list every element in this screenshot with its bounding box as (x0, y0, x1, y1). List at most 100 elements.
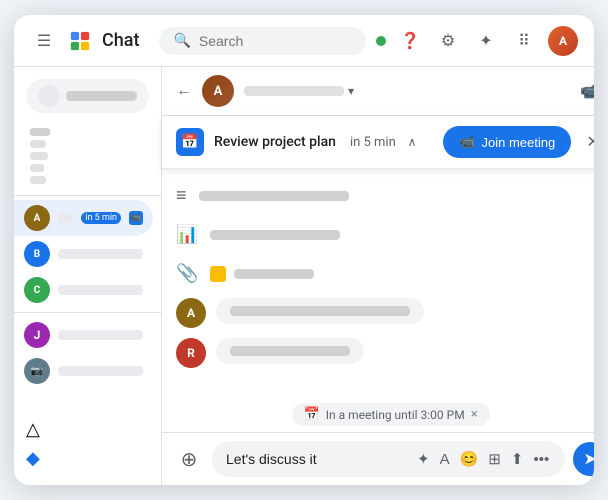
sidebar-item-dm1[interactable]: A in 5 min 📹 (14, 200, 153, 236)
help-icon: ❓ (400, 31, 420, 51)
plus-icon: ⊕ (181, 447, 198, 472)
chart-icon: 📊 (176, 224, 198, 245)
status-dot (376, 36, 386, 46)
input-actions: ✦ A 😊 ⊞ ⬆ (415, 448, 551, 470)
meeting-time: in 5 min (350, 135, 396, 150)
list-icon: ≡ (176, 185, 187, 206)
chat-name (244, 86, 344, 96)
chevron-down-icon[interactable]: ▾ (348, 84, 354, 98)
main-content: A in 5 min 📹 B C J 📷 (14, 67, 594, 485)
video-call-button[interactable]: 📹 (575, 76, 594, 106)
sparkle-button[interactable]: ✦ (472, 27, 500, 55)
emoji-button[interactable]: 😊 (458, 448, 481, 470)
user-avatar[interactable]: A (548, 26, 578, 56)
text-format-icon: A (440, 451, 450, 468)
sidebar-section-icons (14, 121, 153, 191)
drive-icon: △ (26, 419, 40, 440)
attach-button[interactable]: ⊞ (486, 448, 503, 470)
attachment-icon: 📎 (176, 263, 198, 284)
sidebar-item-dm4[interactable]: J (14, 317, 153, 353)
sidebar: A in 5 min 📹 B C J 📷 (14, 67, 162, 485)
input-area: ⊕ ✦ A 😊 ⊞ (162, 432, 594, 485)
sparkle-input-button[interactable]: ✦ (415, 448, 432, 470)
meeting-banner-icon: 📅 (176, 128, 204, 156)
meeting-expand-icon[interactable]: ∧ (408, 135, 417, 149)
message-row-incoming-1: A (176, 298, 594, 328)
chat-name-row: ▾ (244, 84, 565, 98)
search-bar[interactable]: 🔍 (159, 27, 366, 55)
calendar-small-icon: 📅 (304, 407, 320, 422)
msg-avatar-2: R (176, 338, 206, 368)
top-bar: ☰ Chat 🔍 ❓ ⚙ ✦ (14, 15, 594, 67)
sparkle-input-icon: ✦ (417, 451, 430, 468)
compose-button[interactable] (26, 79, 149, 113)
sidebar-item-dm2[interactable]: B (14, 236, 153, 272)
menu-icon: ☰ (37, 31, 51, 51)
search-input[interactable] (199, 33, 352, 49)
apps-button[interactable]: ⠿ (510, 27, 538, 55)
menu-button[interactable]: ☰ (30, 27, 58, 55)
avatar: B (24, 241, 50, 267)
help-button[interactable]: ❓ (396, 27, 424, 55)
more-button[interactable]: ••• (531, 449, 551, 470)
app-logo (68, 29, 92, 53)
chat-header-actions: 📹 (575, 76, 594, 106)
message-input-box: ✦ A 😊 ⊞ ⬆ (212, 441, 565, 477)
msg-text-2 (230, 346, 350, 356)
chat-header: ← A ▾ 📹 (162, 67, 594, 116)
message-icon-row-2: 📊 (176, 220, 594, 249)
settings-button[interactable]: ⚙ (434, 27, 462, 55)
send-button[interactable]: ➤ (573, 442, 594, 476)
upload-icon: ⬆ (511, 451, 524, 468)
sidebar-item-text (58, 285, 143, 295)
meeting-title: Review project plan (214, 134, 336, 150)
meet-icon-badge: 📹 (129, 211, 143, 225)
message-icon-row-3: 📎 (176, 259, 594, 288)
message-icon-row-1: ≡ (176, 181, 594, 210)
sparkle-icon: ✦ (479, 31, 492, 51)
chat-area: ← A ▾ 📹 📅 Review project plan (162, 67, 594, 485)
avatar: J (24, 322, 50, 348)
sidebar-item-text (58, 249, 143, 259)
more-icon: ••• (533, 451, 549, 468)
avatar: C (24, 277, 50, 303)
meeting-status-text: In a meeting until 3:00 PM (326, 408, 465, 422)
calendar-icon: ◆ (26, 448, 40, 469)
drive-icon-row[interactable]: △ (26, 419, 149, 440)
message-input[interactable] (226, 451, 407, 467)
messages-area: ≡ 📊 📎 A (162, 169, 594, 397)
msg-bubble-2 (216, 338, 364, 364)
add-attachment-button[interactable]: ⊕ (174, 444, 204, 474)
calendar-icon-row[interactable]: ◆ (26, 448, 149, 469)
sidebar-item-text (58, 366, 143, 376)
sidebar-item-text (58, 213, 73, 223)
app-title: Chat (102, 30, 139, 51)
sidebar-item-dm5[interactable]: 📷 (14, 353, 153, 389)
meeting-badge: in 5 min (81, 212, 121, 224)
app-window: ☰ Chat 🔍 ❓ ⚙ ✦ (14, 15, 594, 485)
msg-text-1 (230, 306, 410, 316)
gear-icon: ⚙ (441, 31, 455, 51)
send-icon: ➤ (584, 449, 595, 469)
emoji-icon: 😊 (460, 451, 479, 468)
grid-icon: ⊞ (488, 451, 501, 468)
video-camera-icon: 📹 (459, 134, 475, 150)
close-icon: ✕ (587, 132, 595, 152)
format-button[interactable]: A (438, 449, 452, 470)
top-bar-actions: ❓ ⚙ ✦ ⠿ A (376, 26, 578, 56)
msg-bubble-1 (216, 298, 424, 324)
close-banner-button[interactable]: ✕ (581, 130, 594, 154)
avatar: 📷 (24, 358, 50, 384)
upload-button[interactable]: ⬆ (509, 448, 526, 470)
meeting-status-close-button[interactable]: × (471, 407, 478, 422)
join-meeting-button[interactable]: 📹 Join meeting (443, 126, 571, 158)
chat-avatar: A (202, 75, 234, 107)
meeting-status-chip: 📅 In a meeting until 3:00 PM × (292, 403, 490, 426)
sidebar-item-dm3[interactable]: C (14, 272, 153, 308)
sidebar-item-text (58, 330, 143, 340)
search-icon: 🔍 (173, 33, 190, 49)
avatar: A (24, 205, 50, 231)
back-button[interactable]: ← (176, 82, 192, 100)
meeting-status-bar: 📅 In a meeting until 3:00 PM × (162, 397, 594, 432)
msg-avatar-1: A (176, 298, 206, 328)
